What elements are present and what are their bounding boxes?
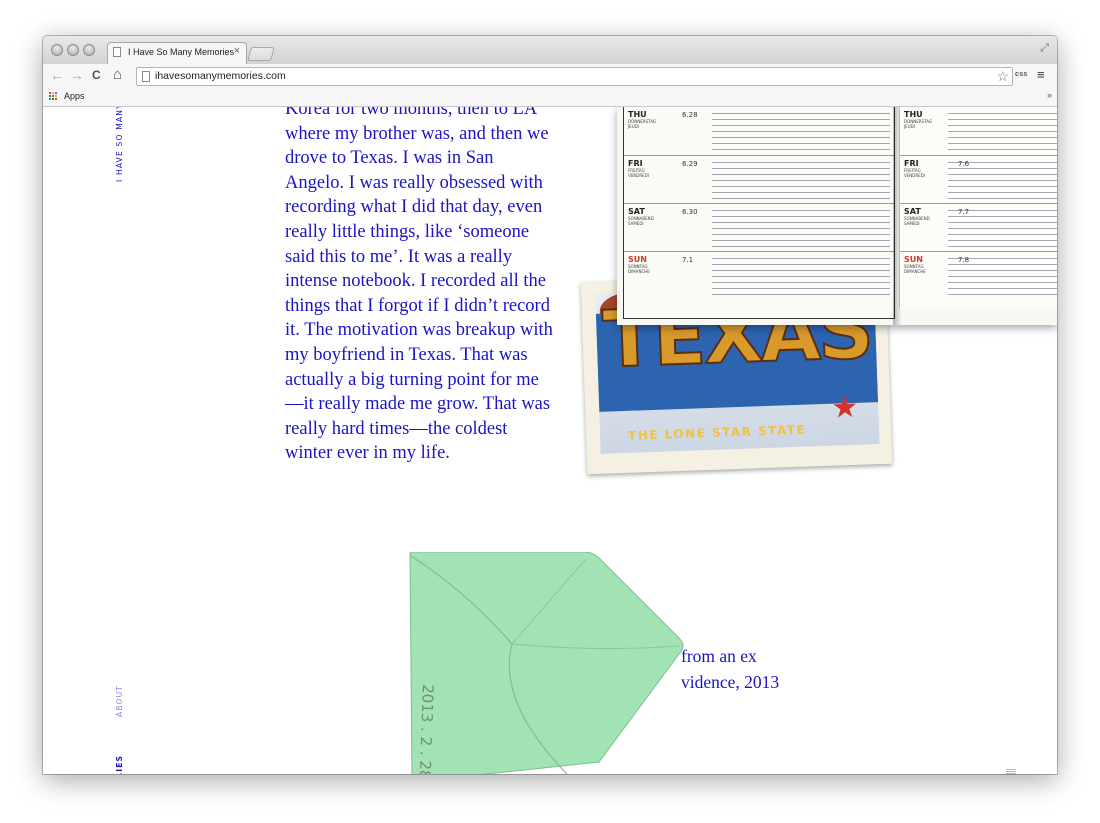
day-name: SUN	[904, 255, 923, 264]
day-subtitle: DONNERSTAG JEUDI	[628, 119, 656, 129]
day-subtitle: DONNERSTAG JEUDI	[904, 119, 932, 129]
green-envelope-image: 2013 . 2 . 28	[409, 552, 684, 774]
planner-day: SUN SONNTAG DIMANCHE 7.1	[624, 251, 894, 300]
planner-day: SAT SONNABEND SAMEDI 6.30	[624, 203, 894, 252]
handwriting	[712, 208, 890, 249]
fullscreen-icon[interactable]: ⤢	[1040, 42, 1049, 55]
caption-line-2: vidence, 2013	[681, 672, 780, 692]
day-name: SAT	[628, 207, 645, 216]
url-text[interactable]: ihavesomanymemories.com	[155, 70, 286, 82]
postcard-subtitle: THE LONE STAR STATE	[627, 422, 807, 443]
browser-toolbar: ← → C ⌂ ihavesomanymemories.com ☆ css ≡	[43, 64, 1057, 88]
planner-day: FRI FREITAG VENDREDI 6.29	[624, 155, 894, 204]
apps-icon[interactable]	[49, 92, 58, 101]
planner-day: SUN SONNTAG DIMANCHE 7.8	[900, 251, 1057, 300]
planner-day: FRI FREITAG VENDREDI 7.6	[900, 155, 1057, 204]
day-name: FRI	[904, 159, 919, 168]
day-subtitle: FREITAG VENDREDI	[904, 168, 925, 178]
bookmark-star-icon[interactable]: ☆	[996, 68, 1009, 85]
handwriting	[712, 160, 890, 201]
day-subtitle: FREITAG VENDREDI	[628, 168, 649, 178]
day-subtitle: SONNABEND SAMEDI	[904, 216, 930, 226]
planner-day: THU DONNERSTAG JEUDI	[900, 107, 1057, 155]
new-tab-button[interactable]	[247, 47, 275, 61]
memory-story-text: Korea for two months, then to LA where m…	[285, 107, 553, 464]
scroll-indicator-icon[interactable]	[1006, 769, 1016, 774]
day-date: 6.30	[682, 208, 698, 216]
title-bar: I Have So Many Memories × ⤢	[43, 36, 1057, 65]
day-name: THU	[628, 110, 647, 119]
handwriting	[712, 256, 890, 297]
css-extension-button[interactable]: css	[1015, 71, 1028, 78]
forward-icon[interactable]: →	[70, 67, 84, 83]
nav-memories-link[interactable]: MEMORIES	[115, 755, 124, 774]
handwriting	[948, 208, 1057, 249]
page-viewport: I HAVE SO MANY MEMORIES ABOUT MEMORIES K…	[43, 107, 1057, 774]
planner-day: SAT SONNABEND SAMEDI 7.7	[900, 203, 1057, 252]
browser-window: I Have So Many Memories × ⤢ ← → C ⌂ ihav…	[43, 36, 1057, 774]
apps-bookmark[interactable]: Apps	[64, 91, 85, 101]
planner-day: THU DONNERSTAG JEUDI 6.28	[624, 107, 894, 155]
day-date: 6.28	[682, 111, 698, 119]
diary-notebook-image: THU DONNERSTAG JEUDI 6.28 FRI FREITAG VE…	[617, 107, 1057, 325]
minimize-window-button[interactable]	[67, 44, 79, 56]
day-date: 6.29	[682, 160, 698, 168]
page-icon	[142, 71, 150, 82]
day-name: SUN	[628, 255, 647, 264]
handwriting	[948, 111, 1057, 152]
close-window-button[interactable]	[51, 44, 63, 56]
reload-icon[interactable]: C	[92, 67, 101, 83]
page-icon	[113, 47, 121, 57]
bookmarks-bar: Apps »	[43, 88, 1057, 107]
handwriting	[948, 160, 1057, 201]
day-name: FRI	[628, 159, 643, 168]
planner-right-page: THU DONNERSTAG JEUDI FRI FREITAG VENDRED…	[899, 107, 1057, 309]
day-subtitle: SONNTAG DIMANCHE	[628, 264, 650, 274]
day-subtitle: SONNTAG DIMANCHE	[904, 264, 926, 274]
caption-line-1: from an ex	[681, 646, 757, 666]
envelope-handwriting: 2013 . 2 . 28	[416, 684, 437, 774]
handwriting	[712, 111, 890, 152]
day-name: SAT	[904, 207, 921, 216]
handwriting	[948, 256, 1057, 297]
site-title-vertical[interactable]: I HAVE SO MANY MEMORIES	[115, 107, 124, 182]
day-date: 7.1	[682, 256, 694, 264]
tab-close-icon[interactable]: ×	[234, 45, 240, 57]
browser-tab[interactable]: I Have So Many Memories ×	[107, 42, 247, 65]
zoom-window-button[interactable]	[83, 44, 95, 56]
menu-icon[interactable]: ≡	[1037, 67, 1045, 82]
star-icon: ★	[830, 390, 859, 425]
bookmarks-overflow-icon[interactable]: »	[1047, 90, 1052, 100]
home-icon[interactable]: ⌂	[113, 67, 122, 83]
address-bar[interactable]: ihavesomanymemories.com ☆	[136, 67, 1013, 86]
day-subtitle: SONNABEND SAMEDI	[628, 216, 654, 226]
nav-about-link[interactable]: ABOUT	[115, 685, 124, 717]
photo-caption: from an ex vidence, 2013	[681, 643, 779, 695]
day-name: THU	[904, 110, 923, 119]
planner-left-page: THU DONNERSTAG JEUDI 6.28 FRI FREITAG VE…	[623, 107, 895, 319]
back-icon[interactable]: ←	[50, 67, 64, 83]
tab-title: I Have So Many Memories	[128, 47, 235, 57]
